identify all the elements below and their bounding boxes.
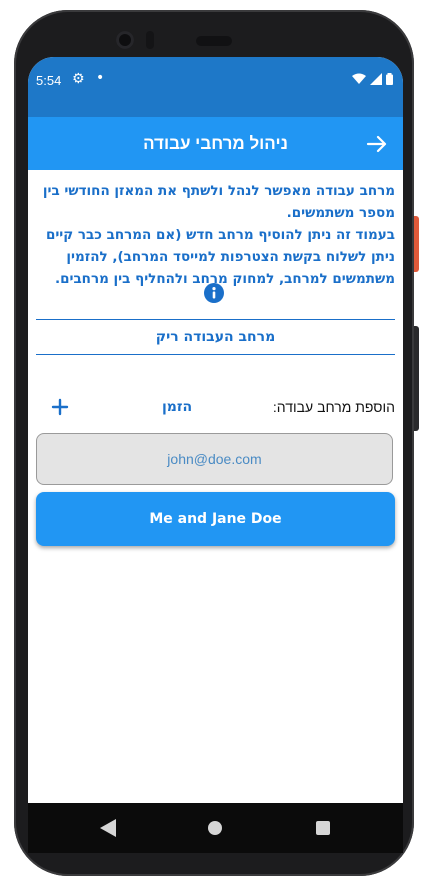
info-icon[interactable]: [204, 283, 224, 303]
add-workspace-row: הוספת מרחב עבודה: הזמן: [36, 392, 395, 424]
earpiece-speaker: [196, 36, 232, 46]
app-screen: 5:54 ⚙ • ניהול מרחבי עבודה מרחב עבודה מא…: [28, 57, 403, 803]
home-circle-icon[interactable]: [208, 821, 222, 835]
wifi-icon: [352, 73, 366, 84]
gear-icon: ⚙: [72, 71, 85, 87]
empty-workspace-label: מרחב העבודה ריק: [155, 329, 276, 345]
power-button: [414, 326, 419, 431]
arrow-right-icon[interactable]: [365, 132, 389, 156]
workspace-button[interactable]: Me and Jane Doe: [36, 492, 395, 546]
plus-icon[interactable]: [50, 397, 70, 417]
description-paragraph-2: בעמוד זה ניתן להוסיף מרחב חדש (אם המרחב …: [45, 227, 395, 287]
add-workspace-label: הוספת מרחב עבודה:: [272, 399, 395, 415]
system-nav-bar: [28, 803, 403, 853]
battery-icon: [386, 73, 393, 85]
proximity-sensor: [146, 31, 154, 49]
email-input[interactable]: [36, 433, 393, 485]
front-camera: [116, 31, 134, 49]
app-bar: ניהול מרחבי עבודה: [28, 117, 403, 170]
status-bar: 5:54 ⚙ •: [28, 57, 403, 117]
status-icons: [352, 73, 393, 85]
status-time: 5:54: [36, 73, 62, 88]
back-triangle-icon[interactable]: [100, 819, 116, 837]
description-paragraph-1: מרחב עבודה מאפשר לנהל ולשתף את המאזן החו…: [42, 183, 395, 221]
recents-square-icon[interactable]: [316, 821, 330, 835]
volume-button: [414, 216, 419, 272]
bottom-divider: [36, 354, 395, 355]
page-title: ניהול מרחבי עבודה: [143, 134, 288, 153]
signal-icon: [370, 73, 382, 85]
invite-button[interactable]: הזמן: [162, 399, 192, 415]
workspace-description: מרחב עבודה מאפשר לנהל ולשתף את המאזן החו…: [36, 180, 395, 290]
notification-dot-icon: •: [96, 70, 105, 86]
